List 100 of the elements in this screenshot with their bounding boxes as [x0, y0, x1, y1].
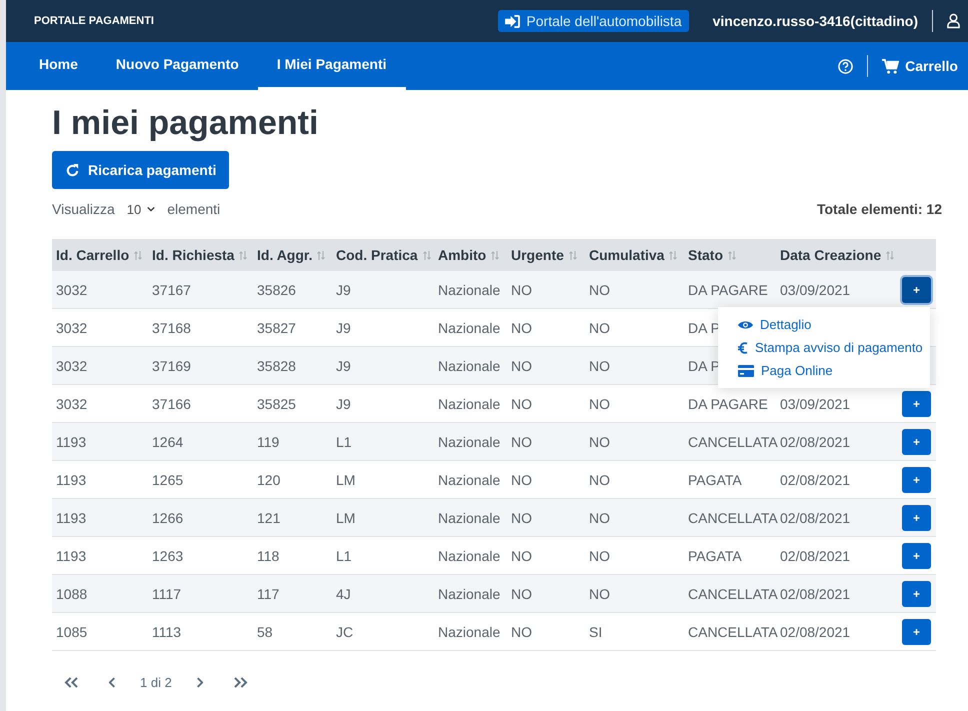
table-cell: NO	[589, 434, 610, 450]
row-action-button[interactable]: +	[902, 428, 931, 454]
table-cell: 37168	[152, 320, 191, 336]
table-cell: 37167	[152, 282, 191, 298]
table-cell: 35827	[257, 320, 296, 336]
table-cell: L1	[336, 548, 352, 564]
table-cell: 02/08/2021	[780, 472, 850, 488]
row-action-button[interactable]: +	[902, 618, 931, 644]
refresh-icon	[65, 162, 80, 178]
page-title: I miei pagamenti	[52, 104, 320, 143]
table-cell: NO	[511, 358, 532, 374]
table-cell: 1113	[152, 624, 182, 640]
table-cell: 03/09/2021	[780, 396, 850, 412]
sort-icon[interactable]	[239, 251, 248, 260]
first-page-icon[interactable]	[64, 677, 79, 688]
row-action-button[interactable]: +	[902, 504, 931, 530]
cart-link[interactable]: Carrello	[882, 58, 958, 74]
sign-in-icon	[505, 14, 520, 28]
cart-icon	[882, 58, 900, 74]
table-cell: NO	[511, 510, 532, 526]
user-icon[interactable]	[947, 13, 960, 29]
table-cell: 02/08/2021	[780, 510, 850, 526]
table-cell: 119	[257, 434, 280, 450]
nav-tab[interactable]: Nuovo Pagamento	[96, 42, 258, 90]
table-cell: NO	[511, 586, 532, 602]
table-cell: 3032	[56, 320, 88, 336]
table-cell: 121	[257, 510, 280, 526]
table-cell: PAGATA	[688, 472, 742, 488]
sort-icon[interactable]	[886, 251, 894, 260]
column-header[interactable]: Stato	[688, 247, 723, 263]
nav-tab[interactable]: I Miei Pagamenti	[258, 42, 406, 90]
table-cell: Nazionale	[438, 434, 500, 450]
table-cell: 1085	[56, 624, 88, 640]
row-action-button[interactable]: +	[902, 542, 931, 568]
table-cell: NO	[589, 586, 610, 602]
next-page-icon[interactable]	[196, 677, 203, 688]
table-cell: Nazionale	[438, 586, 500, 602]
table-cell: LM	[336, 510, 356, 526]
reload-button[interactable]: Ricarica pagamenti	[52, 151, 230, 189]
sort-icon[interactable]	[568, 251, 577, 260]
table-cell: Nazionale	[438, 282, 500, 298]
table-cell: J9	[336, 320, 351, 336]
menu-item[interactable]: Dettaglio	[718, 313, 930, 336]
nav-tab[interactable]: Home	[33, 42, 97, 90]
table-cell: NO	[511, 320, 532, 336]
sort-icon[interactable]	[422, 251, 431, 260]
row-action-button[interactable]: +	[902, 466, 931, 492]
table-cell: J9	[336, 396, 351, 412]
table-cell: 35826	[257, 282, 296, 298]
table-cell: DA PAGARE	[688, 282, 768, 298]
eye-icon	[738, 320, 753, 330]
table-cell: 03/09/2021	[780, 282, 850, 298]
table-cell: J9	[336, 358, 351, 374]
sort-icon[interactable]	[669, 251, 678, 260]
table-cell: Nazionale	[438, 358, 500, 374]
table-cell: 1264	[152, 434, 184, 450]
chevron-down-icon	[147, 206, 156, 212]
page-indicator: 1 di 2	[140, 675, 172, 690]
table-cell: 1088	[56, 586, 88, 602]
table-cell: NO	[589, 510, 610, 526]
row-action-button[interactable]: +	[902, 276, 931, 302]
sort-icon[interactable]	[317, 251, 326, 260]
previous-page-icon[interactable]	[109, 677, 116, 688]
euro-icon	[738, 342, 748, 354]
menu-item[interactable]: Paga Online	[718, 359, 930, 382]
table-cell: PAGATA	[688, 548, 742, 564]
table-cell: 120	[257, 472, 280, 488]
table-cell: 4J	[336, 586, 351, 602]
portal-link-button[interactable]: Portale dell'automobilista	[498, 10, 689, 32]
menu-item[interactable]: Stampa avviso di pagamento	[718, 336, 930, 359]
table-cell: 1193	[56, 548, 86, 564]
sort-icon[interactable]	[134, 251, 142, 260]
table-cell: SI	[589, 624, 602, 640]
table-cell: NO	[589, 282, 610, 298]
help-icon[interactable]	[838, 58, 854, 74]
table-cell: 117	[257, 586, 280, 602]
table-cell: NO	[589, 396, 610, 412]
table-cell: Nazionale	[438, 624, 500, 640]
table-cell: 1265	[152, 472, 184, 488]
table-cell: CANCELLATA	[688, 586, 778, 602]
table-cell: 1193	[56, 472, 86, 488]
table-cell: 3032	[56, 358, 88, 374]
table-cell: NO	[511, 282, 532, 298]
table-cell: 1117	[152, 586, 182, 602]
table-cell: 35828	[257, 358, 296, 374]
table-cell: CANCELLATA	[688, 624, 778, 640]
table-cell: 02/08/2021	[780, 586, 850, 602]
sort-icon[interactable]	[728, 251, 736, 260]
row-action-button[interactable]: +	[902, 390, 931, 416]
table-cell: 118	[257, 548, 280, 564]
table-cell: Nazionale	[438, 472, 500, 488]
page-size-select[interactable]: 10	[122, 202, 160, 216]
table-cell: Nazionale	[438, 396, 500, 412]
row-action-button[interactable]: +	[902, 580, 931, 606]
last-page-icon[interactable]	[232, 677, 248, 688]
table-cell: 35825	[257, 396, 296, 412]
table-cell: 3032	[56, 282, 88, 298]
sort-icon[interactable]	[491, 251, 500, 260]
table-cell: L1	[336, 434, 352, 450]
table-cell: NO	[589, 320, 610, 336]
